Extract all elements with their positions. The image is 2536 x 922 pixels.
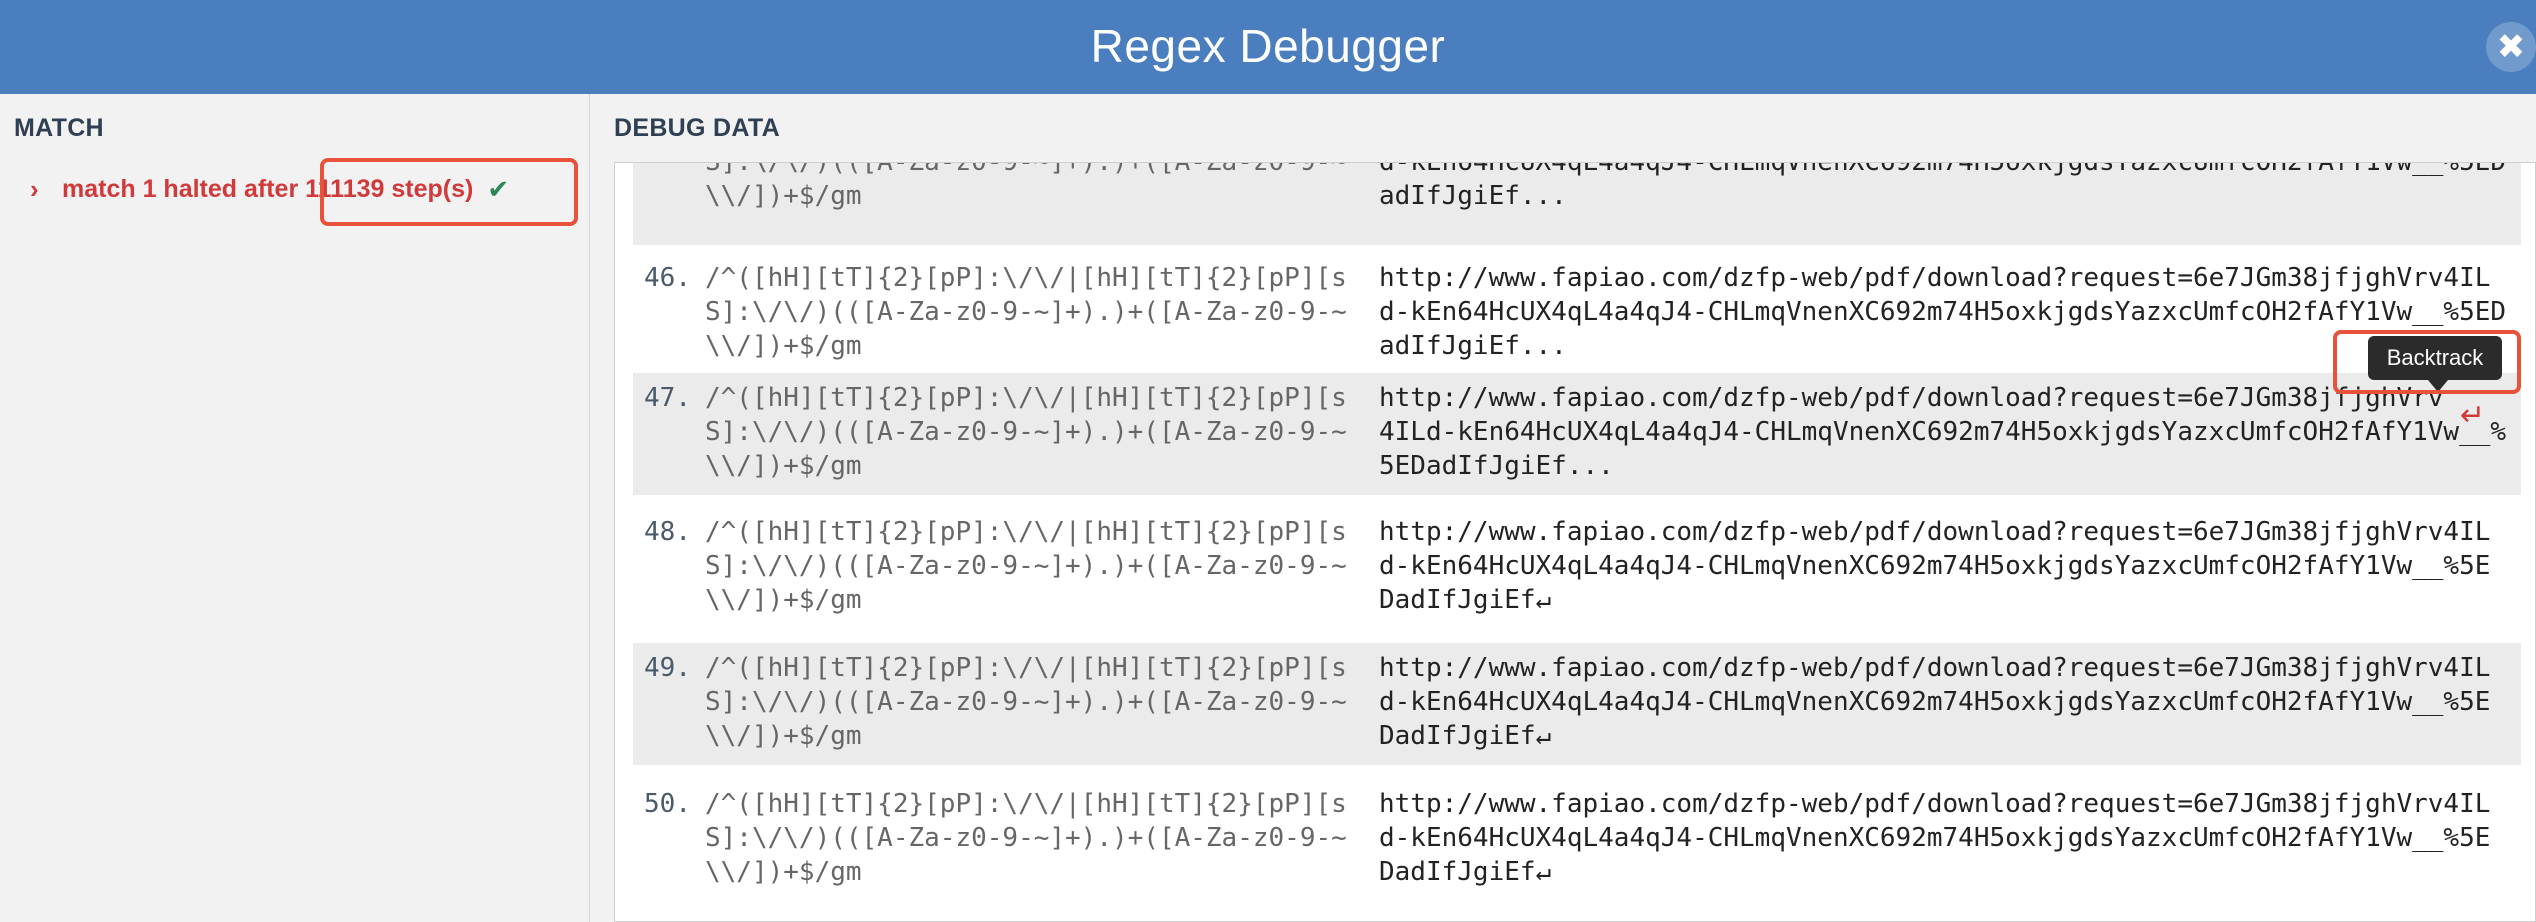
step-subject: http://www.fapiao.com/dzfp-web/pdf/downl…	[1379, 789, 2491, 887]
close-button[interactable]: ✖	[2486, 22, 2536, 72]
step-pattern: /^([hH][tT]{2}[pP]:\/\/|[hH][tT]{2}[pP][…	[705, 383, 1347, 481]
step-number: 47.	[644, 383, 691, 413]
step-subject: http://www.fapiao.com/dzfp-web/pdf/downl…	[1379, 383, 2507, 481]
step-row[interactable]: 46. /^([hH][tT]{2}[pP]:\/\/|[hH][tT]{2}[…	[633, 253, 2521, 375]
step-number: 48.	[644, 517, 691, 547]
step-pattern: /^([hH][tT]{2}[pP]:\/\/|[hH][tT]{2}[pP][…	[705, 517, 1347, 615]
match-header: MATCH	[14, 114, 104, 142]
steps-highlight-box	[320, 158, 578, 226]
step-subject: http://www.fapiao.com/dzfp-web/pdf/downl…	[1379, 653, 2491, 751]
step-number: 46.	[644, 263, 691, 293]
step-row[interactable]: 50. /^([hH][tT]{2}[pP]:\/\/|[hH][tT]{2}[…	[633, 779, 2521, 901]
step-subject: http://www.fapiao.com/dzfp-web/pdf/downl…	[1379, 517, 2491, 615]
step-subject: d-kEn64HcUX4qL4a4qJ4-CHLmqVnenXC692m74H5…	[1379, 162, 2507, 211]
step-row[interactable]: 48. /^([hH][tT]{2}[pP]:\/\/|[hH][tT]{2}[…	[633, 507, 2521, 629]
step-row[interactable]: 49. /^([hH][tT]{2}[pP]:\/\/|[hH][tT]{2}[…	[633, 643, 2521, 765]
step-pattern: /^([hH][tT]{2}[pP]:\/\/|[hH][tT]{2}[pP][…	[705, 653, 1347, 751]
step-row[interactable]: 47. /^([hH][tT]{2}[pP]:\/\/|[hH][tT]{2}[…	[633, 373, 2521, 495]
step-number: 50.	[644, 789, 691, 819]
step-pattern: S]:\/\/)(([A-Za-z0-9-~]+).)+([A-Za-z0-9-…	[705, 162, 1347, 211]
chevron-right-icon: ›	[30, 174, 39, 204]
step-pattern: /^([hH][tT]{2}[pP]:\/\/|[hH][tT]{2}[pP][…	[705, 789, 1347, 887]
step-row[interactable]: S]:\/\/)(([A-Za-z0-9-~]+).)+([A-Za-z0-9-…	[633, 162, 2521, 245]
step-pattern: /^([hH][tT]{2}[pP]:\/\/|[hH][tT]{2}[pP][…	[705, 263, 1347, 361]
debug-data-header: DEBUG DATA	[614, 114, 780, 142]
debug-data-panel[interactable]: S]:\/\/)(([A-Za-z0-9-~]+).)+([A-Za-z0-9-…	[614, 162, 2536, 922]
backtrack-icon[interactable]: ↵	[2460, 398, 2485, 433]
title-bar: Regex Debugger ✖	[0, 0, 2536, 94]
step-number: 49.	[644, 653, 691, 683]
window-title: Regex Debugger	[1090, 20, 1446, 72]
backtrack-highlight-box	[2333, 330, 2521, 394]
